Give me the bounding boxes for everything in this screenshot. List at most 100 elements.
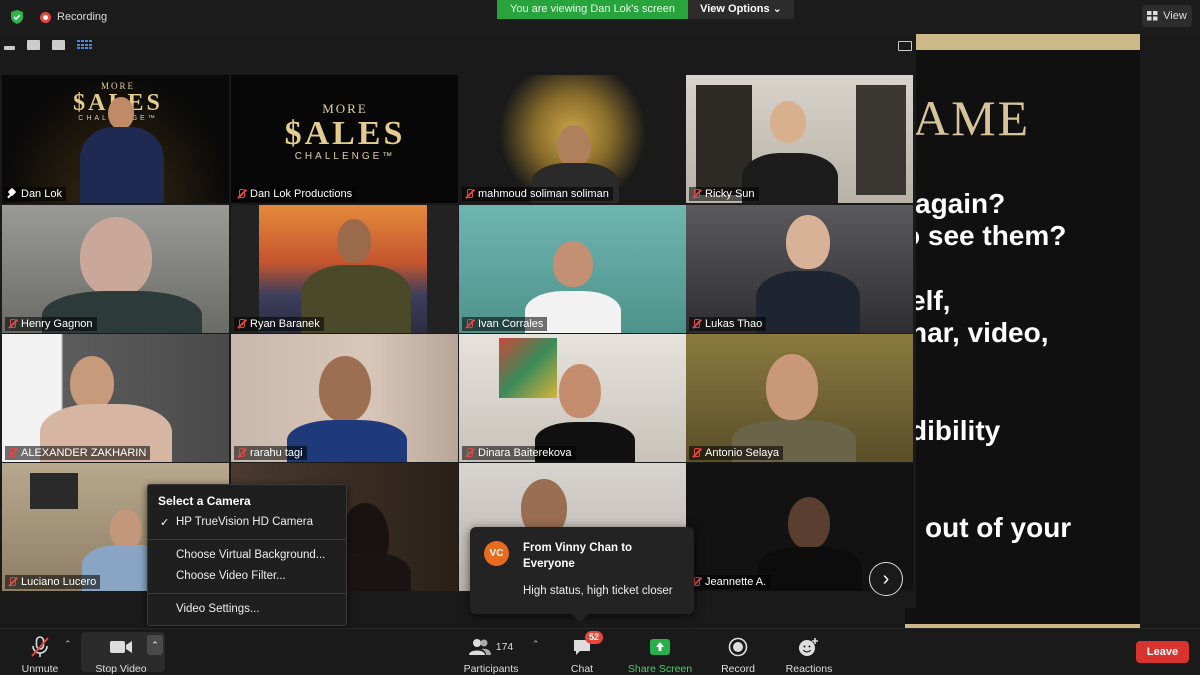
mic-muted-icon bbox=[464, 448, 474, 458]
chat-sender: From Vinny Chan to Everyone bbox=[523, 542, 633, 570]
menu-divider bbox=[148, 593, 346, 594]
video-tile[interactable]: Antonio Selaya bbox=[686, 334, 913, 462]
speaker-view-icon[interactable] bbox=[27, 40, 40, 50]
meeting-toolbar: Unmute ⌃ Stop Video ⌃ 174 Participants ⌃ bbox=[0, 628, 1200, 675]
chat-message: High status, high ticket closer bbox=[523, 585, 673, 597]
participants-button[interactable]: 174 Participants bbox=[460, 629, 522, 675]
avatar: VC bbox=[484, 541, 509, 566]
mic-muted-icon bbox=[31, 636, 49, 657]
video-tile[interactable]: mahmoud soliman soliman bbox=[459, 75, 686, 203]
participant-video bbox=[553, 241, 593, 287]
participant-video bbox=[786, 215, 830, 269]
menu-item-virtual-background[interactable]: Choose Virtual Background... bbox=[176, 549, 325, 561]
participant-name: Dan Lok bbox=[5, 187, 66, 201]
video-tile[interactable]: Henry Gagnon bbox=[2, 205, 229, 333]
video-tile[interactable]: Ryan Baranek bbox=[231, 205, 458, 333]
chat-badge: 52 bbox=[585, 631, 604, 644]
record-label: Record bbox=[721, 663, 755, 675]
chevron-up-icon: ⌃ bbox=[151, 639, 159, 650]
slide-line: nar, video, bbox=[910, 317, 1049, 348]
stop-video-label: Stop Video bbox=[95, 663, 147, 675]
participant-name: Ricky Sun bbox=[689, 187, 759, 201]
participant-name: Dinara Baiterekova bbox=[462, 446, 576, 460]
participant-video bbox=[766, 354, 818, 420]
participant-name: rarahu tagi bbox=[234, 446, 307, 460]
participant-name: ALEXANDER ZAKHARIN bbox=[5, 446, 151, 460]
video-tile[interactable]: Lukas Thao bbox=[686, 205, 913, 333]
video-tile[interactable]: MORE $ALES CHALLENGE™ Dan Lok Production… bbox=[231, 75, 458, 203]
mic-muted-icon bbox=[7, 577, 17, 587]
view-options-button[interactable]: View Options ⌄ bbox=[688, 0, 794, 19]
reactions-button[interactable]: Reactions bbox=[782, 629, 836, 675]
video-tile[interactable]: Dinara Baiterekova bbox=[459, 334, 686, 462]
participant-name: Lukas Thao bbox=[689, 317, 767, 331]
mic-muted-icon bbox=[691, 189, 701, 199]
video-tile[interactable]: Ivan Corrales bbox=[459, 205, 686, 333]
slide-line: out of your bbox=[925, 512, 1072, 543]
menu-header: Select a Camera bbox=[158, 494, 251, 508]
menu-item-camera[interactable]: HP TrueVision HD Camera bbox=[176, 516, 313, 528]
chevron-right-icon: › bbox=[882, 567, 890, 590]
view-label: View bbox=[1163, 10, 1187, 22]
view-options-label: View Options bbox=[700, 3, 770, 15]
slide-border-top bbox=[905, 34, 1140, 50]
participant-video bbox=[770, 101, 806, 143]
participant-name: Luciano Lucero bbox=[5, 575, 101, 589]
unmute-button[interactable]: Unmute bbox=[14, 629, 66, 675]
leave-button[interactable]: Leave bbox=[1136, 641, 1189, 663]
video-options-caret[interactable]: ⌃ bbox=[147, 635, 163, 655]
chevron-down-icon: ⌄ bbox=[772, 3, 782, 15]
view-button[interactable]: View bbox=[1142, 5, 1192, 27]
right-margin bbox=[1140, 34, 1200, 629]
mic-muted-icon bbox=[464, 319, 474, 329]
record-dot-icon bbox=[40, 11, 51, 23]
mic-muted-icon bbox=[236, 189, 246, 199]
video-tile[interactable]: MORE $ALES CHALLENGE™ Dan Lok bbox=[2, 75, 229, 203]
share-screen-label: Share Screen bbox=[627, 663, 693, 675]
shield-icon[interactable] bbox=[9, 9, 25, 25]
reactions-label: Reactions bbox=[785, 663, 833, 675]
chat-notification[interactable]: VC From Vinny Chan to Everyone High stat… bbox=[470, 527, 694, 623]
mic-muted-icon bbox=[7, 319, 17, 329]
participant-name: Ivan Corrales bbox=[462, 317, 548, 331]
chevron-up-icon[interactable]: ⌃ bbox=[532, 639, 540, 650]
video-tile[interactable]: Ricky Sun bbox=[686, 75, 913, 203]
menu-item-video-settings[interactable]: Video Settings... bbox=[176, 603, 260, 615]
mic-muted-icon bbox=[236, 319, 246, 329]
view-mode-icons bbox=[4, 40, 92, 50]
share-screen-icon bbox=[650, 639, 670, 655]
chevron-up-icon[interactable]: ⌃ bbox=[64, 639, 72, 650]
record-icon bbox=[728, 637, 748, 657]
recording-indicator[interactable]: Recording bbox=[40, 11, 107, 23]
strip-view-icon[interactable] bbox=[52, 40, 65, 50]
mic-muted-icon bbox=[691, 319, 701, 329]
record-button[interactable]: Record bbox=[718, 629, 758, 675]
video-tile[interactable]: ALEXANDER ZAKHARIN bbox=[2, 334, 229, 462]
stop-video-button[interactable]: Stop Video bbox=[88, 629, 154, 675]
participant-name: Jeannette A. bbox=[689, 575, 771, 589]
video-tile[interactable]: rarahu tagi bbox=[231, 334, 458, 462]
share-banner: You are viewing Dan Lok's screen bbox=[497, 0, 688, 19]
exit-fullscreen-icon[interactable] bbox=[898, 41, 912, 51]
participant-video bbox=[559, 364, 601, 418]
participants-icon bbox=[468, 639, 491, 655]
grid-view-icon bbox=[1147, 11, 1158, 21]
gallery-view-icon[interactable] bbox=[77, 40, 92, 50]
minimize-icon[interactable] bbox=[4, 46, 15, 50]
chat-button[interactable]: 52 Chat bbox=[566, 629, 604, 675]
participant-video bbox=[337, 219, 371, 263]
participant-name: Antonio Selaya bbox=[689, 446, 783, 460]
slide-line: dibility bbox=[910, 415, 1001, 446]
slide-line: again? bbox=[915, 188, 1006, 219]
participant-name: mahmoud soliman soliman bbox=[462, 187, 613, 201]
next-page-button[interactable]: › bbox=[869, 562, 903, 596]
top-bar: Recording You are viewing Dan Lok's scre… bbox=[0, 0, 1200, 34]
share-screen-button[interactable]: Share Screen bbox=[626, 629, 694, 675]
mic-muted-icon bbox=[7, 448, 17, 458]
participant-video bbox=[110, 509, 142, 549]
participants-count: 174 bbox=[495, 641, 514, 653]
shared-screen: AME again? o see them? elf, nar, video, … bbox=[905, 34, 1140, 629]
menu-item-video-filter[interactable]: Choose Video Filter... bbox=[176, 570, 286, 582]
participant-video bbox=[108, 97, 134, 129]
mic-muted-icon bbox=[691, 448, 701, 458]
